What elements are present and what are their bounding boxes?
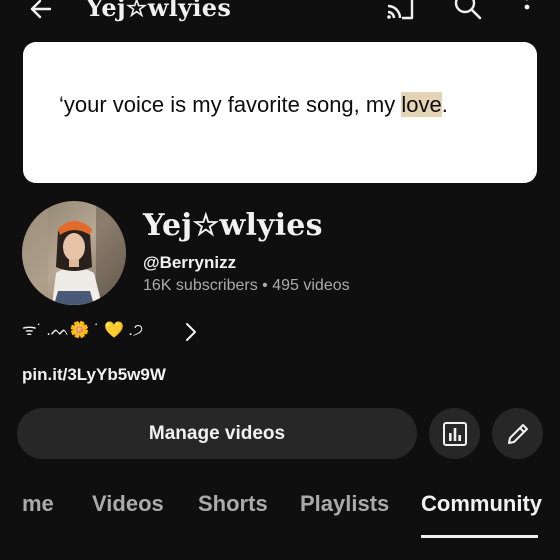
channel-tabs: me Videos Shorts Playlists Community: [0, 480, 560, 540]
tab-shorts[interactable]: Shorts: [198, 491, 268, 517]
tab-community[interactable]: Community: [421, 491, 542, 517]
subscriber-count: 16K subscribers: [143, 277, 258, 294]
channel-stats: 16K subscribers • 495 videos: [143, 277, 350, 294]
channel-banner[interactable]: ‘your voice is my favorite song, my love…: [23, 42, 537, 183]
edit-channel-button[interactable]: [492, 408, 543, 459]
top-app-bar: Yej☆wlyies: [0, 0, 560, 30]
pencil-icon: [508, 424, 528, 444]
analytics-button[interactable]: [429, 408, 480, 459]
video-count: 495 videos: [272, 277, 350, 294]
banner-quote: ‘your voice is my favorite song, my love…: [59, 92, 448, 117]
channel-description[interactable]: ᯤ˙ .ᨓ🌼 ˙ 💛 .੭: [22, 318, 143, 346]
active-tab-indicator: [421, 535, 538, 538]
tab-playlists[interactable]: Playlists: [300, 491, 389, 517]
tab-videos[interactable]: Videos: [92, 491, 164, 517]
cast-icon[interactable]: [384, 0, 416, 22]
tab-home[interactable]: me: [22, 491, 54, 517]
more-vertical-icon[interactable]: [512, 0, 542, 24]
banner-quote-highlight: love: [401, 92, 442, 117]
channel-handle: @Berrynizz: [143, 253, 237, 272]
channel-title: Yej☆wlyies: [86, 0, 232, 22]
channel-link[interactable]: pin.it/3LyYb5w9W: [22, 365, 166, 385]
avatar[interactable]: [22, 201, 126, 305]
arrow-left-icon[interactable]: [26, 0, 56, 24]
channel-name: Yej☆wlyies: [143, 208, 323, 243]
chevron-right-icon[interactable]: [183, 321, 199, 343]
bar-chart-icon: [443, 422, 467, 446]
manage-videos-button[interactable]: Manage videos: [17, 408, 417, 459]
search-icon[interactable]: [450, 0, 484, 22]
